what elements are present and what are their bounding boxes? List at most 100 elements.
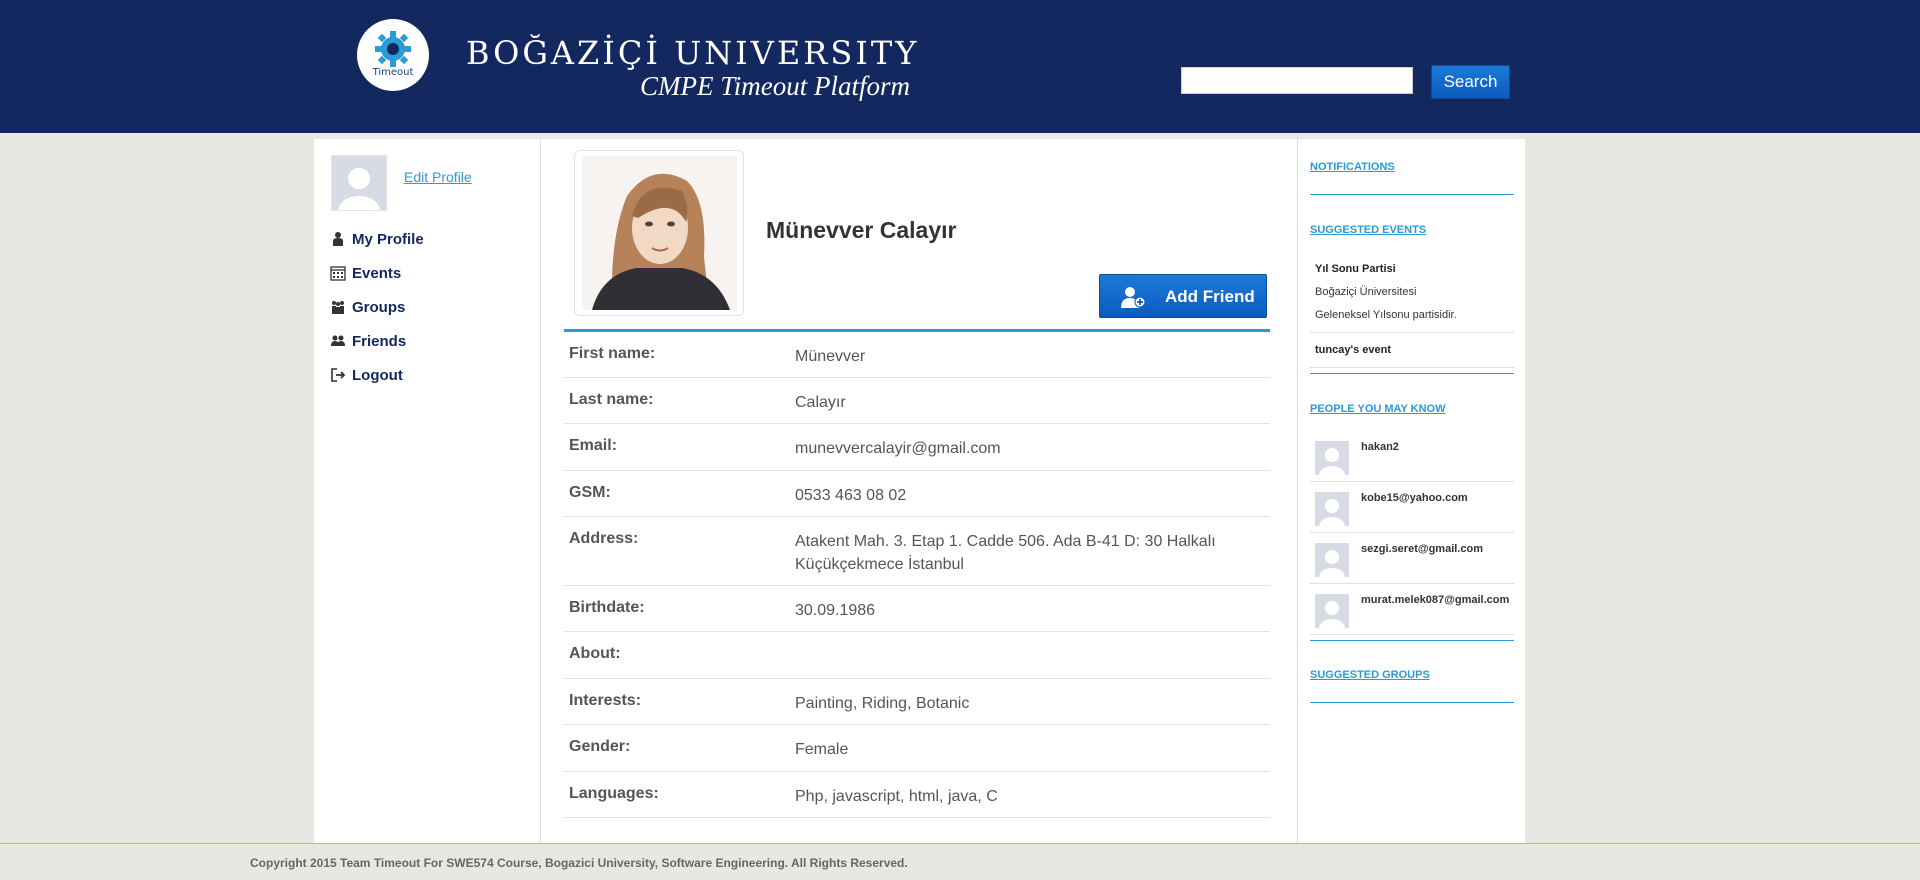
- footer-copyright: Copyright 2015 Team Timeout For SWE574 C…: [250, 856, 908, 870]
- divider: [1310, 332, 1514, 333]
- divider: [1310, 481, 1514, 482]
- people-you-may-know-link[interactable]: PEOPLE YOU MAY KNOW: [1310, 403, 1446, 415]
- site-header: Timeout BOĞAZİÇİ UNIVERSITY CMPE Timeout…: [0, 0, 1920, 133]
- sidebar-item-label: Events: [352, 264, 402, 282]
- info-label: About:: [569, 645, 621, 662]
- suggested-events-link[interactable]: SUGGESTED EVENTS: [1310, 224, 1426, 236]
- info-label: GSM:: [569, 484, 611, 501]
- info-label: Languages:: [569, 785, 659, 802]
- avatar[interactable]: [1315, 492, 1349, 526]
- user-icon: [333, 232, 343, 246]
- info-row-birthdate: Birthdate: 30.09.1986: [564, 586, 1270, 632]
- left-sidebar: Edit Profile My Profile Events Groups Fr…: [314, 139, 541, 844]
- info-value: Female: [795, 741, 849, 758]
- divider: [1310, 367, 1514, 368]
- divider: [1310, 634, 1514, 635]
- avatar-body: [1319, 568, 1345, 577]
- info-label: Address:: [569, 530, 639, 547]
- sidebar-item-label: Groups: [352, 298, 406, 316]
- info-label: Interests:: [569, 692, 642, 709]
- info-row-first-name: First name: Münevver: [564, 332, 1270, 378]
- brand-title: BOĞAZİÇİ UNIVERSITY: [466, 34, 920, 72]
- gear-logo-icon: [375, 31, 411, 67]
- avatar-head: [1325, 499, 1339, 514]
- avatar-body: [1319, 466, 1345, 475]
- info-row-gsm: GSM: 0533 463 08 02: [564, 471, 1270, 517]
- logout-icon: [331, 368, 346, 382]
- right-sidebar: NOTIFICATIONS SUGGESTED EVENTS Yıl Sonu …: [1297, 139, 1526, 844]
- info-value: Münevver: [795, 348, 866, 365]
- event-title[interactable]: tuncay's event: [1315, 344, 1391, 356]
- divider: [1310, 373, 1514, 374]
- profile-photo-image: [582, 156, 737, 310]
- avatar-head: [348, 167, 370, 190]
- info-label: Gender:: [569, 738, 631, 755]
- avatar[interactable]: [331, 155, 387, 211]
- notifications-link[interactable]: NOTIFICATIONS: [1310, 161, 1395, 173]
- person-name[interactable]: murat.melek087@gmail.com: [1361, 594, 1509, 606]
- avatar-head: [1325, 448, 1339, 463]
- avatar-body: [1319, 517, 1345, 526]
- avatar[interactable]: [1315, 441, 1349, 475]
- add-friend-label: Add Friend: [1165, 287, 1255, 306]
- sidebar-item-groups[interactable]: Groups: [330, 296, 405, 318]
- avatar-body: [338, 195, 380, 210]
- info-row-last-name: Last name: Calayır: [564, 378, 1270, 424]
- timeout-logo[interactable]: Timeout: [357, 19, 429, 91]
- sidebar-item-label: My Profile: [352, 230, 424, 248]
- divider: [1310, 194, 1514, 195]
- info-value: munevvercalayir@gmail.com: [795, 440, 1001, 457]
- sidebar-item-events[interactable]: Events: [330, 262, 401, 284]
- info-value: Atakent Mah. 3. Etap 1. Cadde 506. Ada B…: [795, 533, 1216, 573]
- info-row-address: Address: Atakent Mah. 3. Etap 1. Cadde 5…: [564, 517, 1270, 586]
- divider: [1310, 583, 1514, 584]
- info-value: 30.09.1986: [795, 602, 876, 619]
- info-label: Email:: [569, 437, 618, 454]
- info-row-interests: Interests: Painting, Riding, Botanic: [564, 679, 1270, 725]
- sidebar-item-label: Friends: [352, 332, 407, 350]
- info-row-gender: Gender: Female: [564, 725, 1270, 772]
- logo-text: Timeout: [372, 67, 414, 78]
- event-title[interactable]: Yıl Sonu Partisi: [1315, 263, 1396, 275]
- info-row-languages: Languages: Php, javascript, html, java, …: [564, 772, 1270, 818]
- avatar-head: [1325, 550, 1339, 565]
- info-value: 0533 463 08 02: [795, 487, 907, 504]
- sidebar-item-friends[interactable]: Friends: [330, 330, 406, 352]
- main-container: Edit Profile My Profile Events Groups Fr…: [314, 139, 1525, 844]
- add-user-icon: [1121, 287, 1146, 308]
- profile-photo: [574, 150, 744, 316]
- person-name[interactable]: hakan2: [1361, 441, 1399, 453]
- info-row-about: About:: [564, 632, 1270, 679]
- edit-profile-link[interactable]: Edit Profile: [404, 169, 472, 185]
- sidebar-item-label: Logout: [352, 366, 403, 384]
- avatar[interactable]: [1315, 594, 1349, 628]
- event-description: Geleneksel Yılsonu partisidir.: [1315, 309, 1457, 321]
- info-label: First name:: [569, 345, 656, 362]
- search-button[interactable]: Search: [1431, 65, 1510, 99]
- divider: [1310, 532, 1514, 533]
- portrait-icon: [582, 156, 737, 310]
- divider: [1310, 640, 1514, 641]
- info-value: Php, javascript, html, java, C: [795, 788, 998, 805]
- divider: [1310, 702, 1514, 703]
- info-value: Painting, Riding, Botanic: [795, 695, 970, 712]
- calendar-icon: [330, 266, 346, 281]
- add-friend-button[interactable]: Add Friend: [1099, 274, 1267, 318]
- group-icon: [332, 301, 344, 314]
- footer-divider: [0, 843, 1920, 844]
- info-row-email: Email: munevvercalayir@gmail.com: [564, 424, 1270, 471]
- person-name[interactable]: kobe15@yahoo.com: [1361, 492, 1468, 504]
- avatar[interactable]: [1315, 543, 1349, 577]
- info-label: Birthdate:: [569, 599, 645, 616]
- brand-subtitle: CMPE Timeout Platform: [640, 71, 910, 101]
- suggested-groups-link[interactable]: SUGGESTED GROUPS: [1310, 669, 1430, 681]
- sidebar-item-logout[interactable]: Logout: [330, 364, 403, 386]
- info-value: Calayır: [795, 394, 846, 411]
- friends-icon: [331, 335, 345, 346]
- sidebar-item-my-profile[interactable]: My Profile: [330, 228, 424, 250]
- event-location: Boğaziçi Üniversitesi: [1315, 286, 1417, 298]
- avatar-body: [1319, 619, 1345, 628]
- search-input[interactable]: [1181, 67, 1413, 94]
- person-name[interactable]: sezgi.seret@gmail.com: [1361, 543, 1483, 555]
- info-label: Last name:: [569, 391, 654, 408]
